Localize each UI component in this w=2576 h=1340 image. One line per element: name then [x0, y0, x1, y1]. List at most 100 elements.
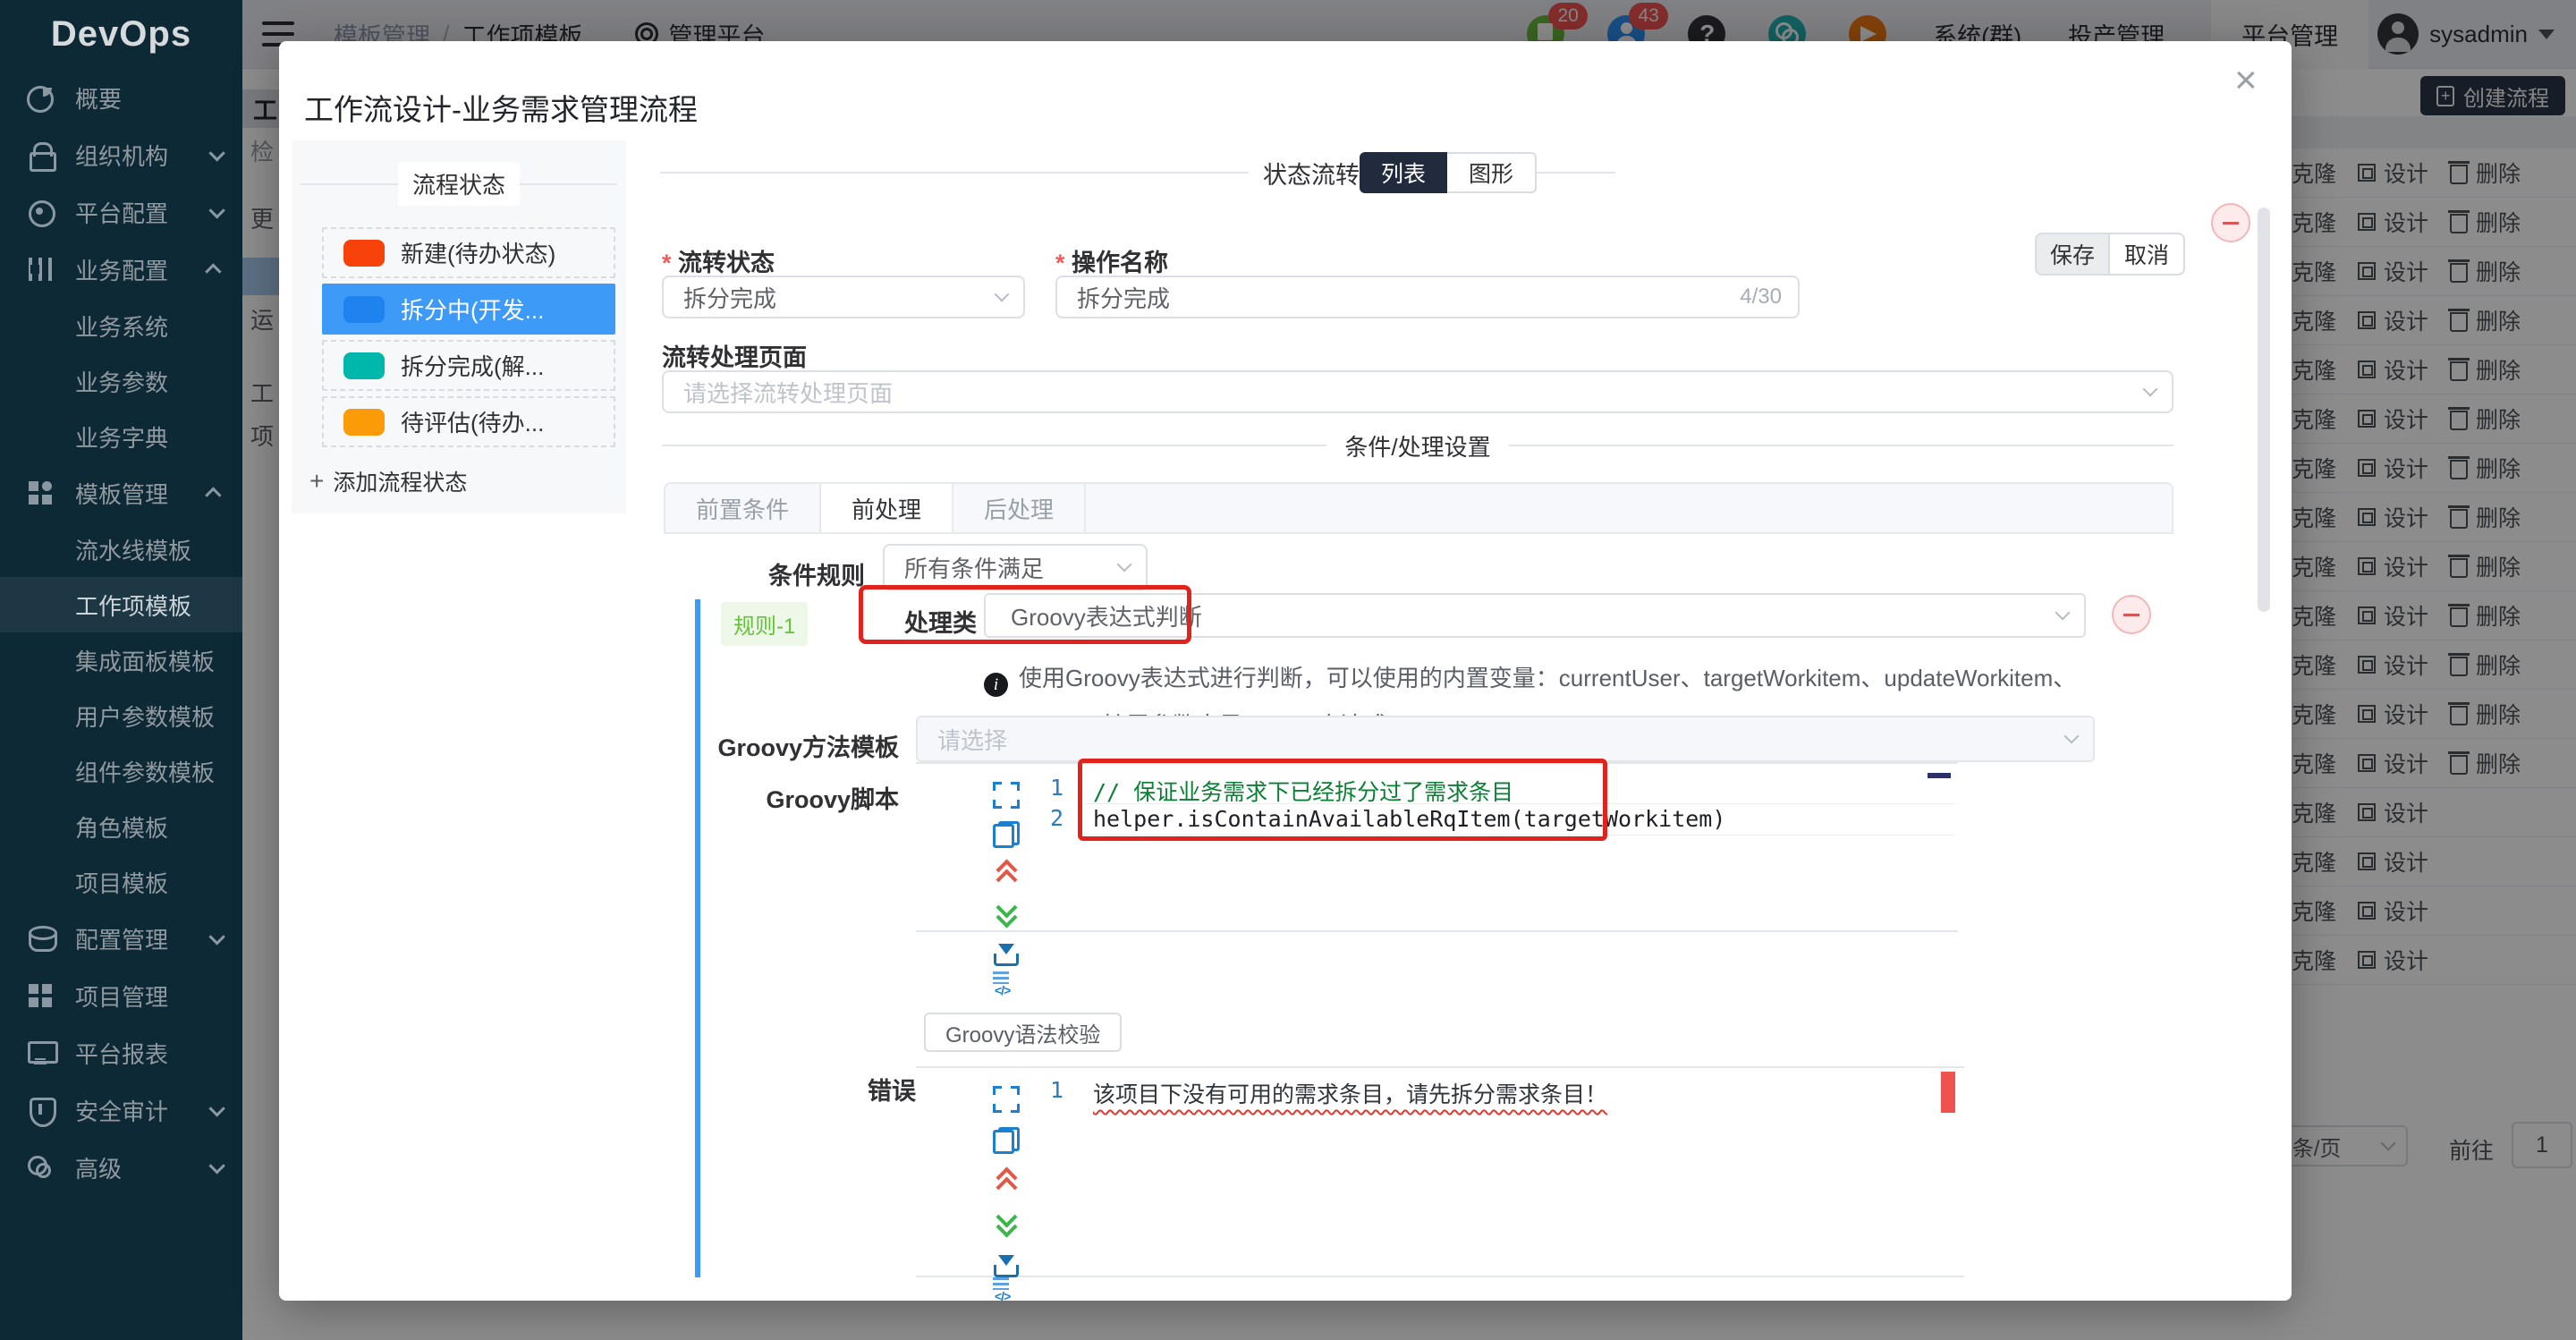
remove-rule-button[interactable] [2112, 595, 2151, 634]
chevron-down-icon [2143, 382, 2158, 397]
import-icon[interactable] [993, 939, 1020, 966]
state-select[interactable]: 拆分完成 [662, 276, 1025, 318]
status-item[interactable]: 待评估(待办... [322, 396, 615, 447]
sidebar-item-business-config[interactable]: 业务配置 [0, 241, 242, 298]
sidebar-item-advanced[interactable]: 高级 [0, 1139, 242, 1196]
collapse-up-icon[interactable] [993, 1168, 1020, 1195]
page-select[interactable]: 请选择流转处理页面 [662, 370, 2174, 413]
sidebar-item-security-audit[interactable]: 安全审计 [0, 1081, 242, 1139]
action-name-field[interactable]: 4/30 [1055, 276, 1800, 318]
format-code-icon[interactable] [993, 971, 1020, 998]
monitor-icon [27, 1039, 54, 1066]
view-graph-button[interactable]: 图形 [1447, 152, 1537, 193]
status-item[interactable]: 拆分完成(解... [322, 340, 615, 391]
chevron-down-icon [208, 1158, 225, 1174]
panel-divider: 流程状态 [301, 162, 617, 206]
format-code-icon[interactable] [993, 1277, 1020, 1301]
sidebar-item-label: 业务配置 [75, 253, 209, 286]
tab-prehandle[interactable]: 前处理 [821, 484, 953, 532]
status-item-label: 拆分中(开发... [401, 293, 544, 326]
lock-icon [27, 141, 54, 168]
process-status-panel: 流程状态 新建(待办状态) 拆分中(开发... 拆分完成(解... 待评估(待办...… [292, 140, 626, 513]
sidebar-item-project-mgmt[interactable]: 项目管理 [0, 967, 242, 1024]
handler-label: 处理类 [904, 604, 977, 639]
status-item-label: 待评估(待办... [401, 405, 544, 438]
sliders-icon [27, 256, 54, 283]
groovy-template-label: Groovy方法模板 [662, 728, 899, 763]
line-number: 1 [1050, 775, 1063, 801]
chevron-down-icon [995, 287, 1010, 302]
sidebar-item-organization[interactable]: 组织机构 [0, 126, 242, 183]
view-list-button[interactable]: 列表 [1360, 152, 1447, 193]
error-text-line: 该项目下没有可用的需求条目，请先拆分需求条目！ [1093, 1077, 1607, 1109]
sidebar-item-role-template[interactable]: 角色模板 [0, 799, 242, 854]
expand-down-icon[interactable] [993, 1209, 1020, 1236]
sidebar-item-business-params[interactable]: 业务参数 [0, 353, 242, 409]
cancel-button[interactable]: 取消 [2110, 233, 2185, 276]
transition-divider: 状态流转 列表 图形 [660, 152, 1615, 193]
groovy-template-select[interactable]: 请选择 [916, 716, 2095, 762]
expand-down-icon[interactable] [993, 900, 1020, 927]
close-icon[interactable]: × [2234, 61, 2258, 100]
templates-icon [27, 479, 54, 506]
collapse-up-icon[interactable] [993, 861, 1020, 887]
transition-divider-label: 状态流转 [1263, 156, 1360, 191]
line-number: 1 [1050, 1077, 1063, 1103]
chevron-down-icon [208, 145, 225, 161]
char-counter: 4/30 [1740, 284, 1782, 310]
tab-precondition[interactable]: 前置条件 [665, 484, 821, 532]
sidebar-item-integration-panel-template[interactable]: 集成面板模板 [0, 632, 242, 688]
chevron-down-icon [2064, 729, 2080, 744]
condition-divider-label: 条件/处理设置 [1326, 429, 1508, 462]
shield-icon [27, 1097, 54, 1124]
handler-select[interactable]: Groovy表达式判断 [984, 593, 2086, 638]
sidebar-item-platform-config[interactable]: 平台配置 [0, 183, 242, 241]
groovy-check-button[interactable]: Groovy语法校验 [924, 1013, 1122, 1052]
add-status-button[interactable]: + 添加流程状态 [309, 465, 626, 497]
remove-transition-button[interactable] [2211, 203, 2250, 242]
modal-scrollbar[interactable] [2258, 208, 2270, 612]
sidebar-item-workitem-template[interactable]: 工作项模板 [0, 577, 242, 632]
code-line-comment: // 保证业务需求下已经拆分过了需求条目 [1093, 775, 1513, 807]
sidebar-item-component-param-template[interactable]: 组件参数模板 [0, 743, 242, 799]
sidebar-item-business-dict[interactable]: 业务字典 [0, 409, 242, 464]
chevron-down-icon [208, 929, 225, 945]
sidebar-item-project-template[interactable]: 项目模板 [0, 854, 242, 910]
error-message-editor[interactable]: 1 该项目下没有可用的需求条目，请先拆分需求条目！ [916, 1066, 1964, 1277]
sidebar-item-pipeline-template[interactable]: 流水线模板 [0, 522, 242, 577]
sidebar-item-label: 高级 [75, 1151, 209, 1184]
status-item[interactable]: 拆分中(开发... [322, 284, 615, 335]
status-item-label: 拆分完成(解... [401, 349, 544, 382]
save-button[interactable]: 保存 [2035, 233, 2110, 276]
sidebar-item-template-mgmt[interactable]: 模板管理 [0, 464, 242, 522]
sidebar-item-label: 模板管理 [75, 477, 209, 510]
condition-rule-select[interactable]: 所有条件满足 [883, 544, 1148, 590]
status-item-label: 新建(待办状态) [401, 236, 555, 269]
sidebar-item-label: 安全审计 [75, 1094, 209, 1127]
status-color-swatch [343, 409, 385, 436]
database-icon [27, 925, 54, 952]
copy-icon[interactable] [993, 1127, 1020, 1154]
fullscreen-icon[interactable] [993, 782, 1020, 809]
overview-cursor-mark [1928, 773, 1951, 778]
grid-icon [27, 982, 54, 1009]
gear-icon [27, 199, 54, 225]
panel-title: 流程状态 [398, 162, 520, 206]
condition-divider: 条件/处理设置 [662, 428, 2174, 463]
line-number: 2 [1050, 805, 1063, 831]
tab-posthandle[interactable]: 后处理 [953, 484, 1086, 532]
copy-icon[interactable] [993, 821, 1020, 848]
sidebar-item-business-system[interactable]: 业务系统 [0, 298, 242, 353]
sidebar-item-overview[interactable]: 概要 [0, 69, 242, 126]
fullscreen-icon[interactable] [993, 1086, 1020, 1113]
sidebar-item-platform-report[interactable]: 平台报表 [0, 1024, 242, 1081]
status-item[interactable]: 新建(待办状态) [322, 227, 615, 278]
sidebar-item-config-mgmt[interactable]: 配置管理 [0, 910, 242, 967]
modal-title: 工作流设计-业务需求管理流程 [304, 86, 698, 129]
condition-tabs: 前置条件 前处理 后处理 [664, 482, 2174, 534]
groovy-script-editor[interactable]: 1 2 // 保证业务需求下已经拆分过了需求条目 helper.isContai… [916, 762, 1958, 932]
import-icon[interactable] [993, 1251, 1020, 1277]
sidebar-item-user-param-template[interactable]: 用户参数模板 [0, 688, 242, 743]
action-name-input[interactable] [1077, 284, 1740, 311]
sidebar-nav: 概要组织机构平台配置业务配置业务系统业务参数业务字典模板管理流水线模板工作项模板… [0, 69, 242, 1196]
